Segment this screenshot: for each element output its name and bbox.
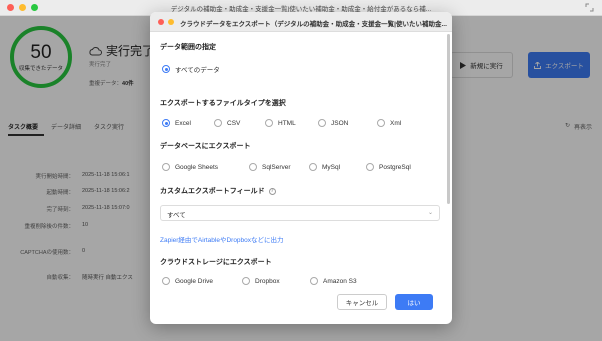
help-icon[interactable]: ? xyxy=(268,187,276,195)
filetype-option-csv[interactable]: CSV xyxy=(214,119,240,127)
cloud-option-amazon-s3[interactable]: Amazon S3 xyxy=(310,277,357,285)
radio-unchecked[interactable] xyxy=(265,119,273,127)
export-dialog: クラウドデータをエクスポート（デジタルの補助金・助成金・支援金一覧|使いたい補助… xyxy=(150,12,452,324)
radio-unchecked[interactable] xyxy=(162,277,170,285)
fields-section-label: カスタムエクスポートフィールド xyxy=(160,188,265,195)
filetype-option-html[interactable]: HTML xyxy=(265,119,296,127)
filetype-section-title: エクスポートするファイルタイプを選択 xyxy=(160,100,286,107)
cloud-option-google-drive[interactable]: Google Drive xyxy=(162,277,213,285)
cloud-label: Google Drive xyxy=(175,277,213,285)
db-label: PostgreSql xyxy=(379,163,411,171)
fields-select-value: すべて xyxy=(167,212,186,219)
db-option-postgresql[interactable]: PostgreSql xyxy=(366,163,411,171)
range-option-label: すべてのデータ xyxy=(175,67,220,74)
fields-select[interactable]: すべて ⌄ xyxy=(160,205,440,221)
filetype-option-excel[interactable]: Excel xyxy=(162,119,191,127)
radio-unchecked[interactable] xyxy=(242,277,250,285)
chevron-down-icon: ⌄ xyxy=(427,210,433,216)
cloud-label: Dropbox xyxy=(255,277,280,285)
radio-unchecked[interactable] xyxy=(310,277,318,285)
dialog-minimize-button[interactable] xyxy=(168,19,174,25)
dialog-controls xyxy=(158,19,174,25)
ok-button[interactable]: はい xyxy=(395,294,433,310)
filetype-label: JSON xyxy=(331,119,349,127)
db-option-mysql[interactable]: MySql xyxy=(309,163,340,171)
expand-icon[interactable] xyxy=(585,3,594,12)
database-section-title: データベースにエクスポート xyxy=(160,143,251,150)
radio-unchecked[interactable] xyxy=(318,119,326,127)
dialog-scrollbar[interactable] xyxy=(447,34,450,204)
filetype-option-xml[interactable]: Xml xyxy=(377,119,401,127)
range-option-all[interactable]: すべてのデータ xyxy=(162,64,220,74)
radio-unchecked[interactable] xyxy=(214,119,222,127)
range-section-title: データ範囲の指定 xyxy=(160,44,216,51)
radio-unchecked[interactable] xyxy=(309,163,317,171)
radio-checked[interactable] xyxy=(162,119,170,127)
radio-unchecked[interactable] xyxy=(377,119,385,127)
db-option-sqlserver[interactable]: SqlServer xyxy=(249,163,291,171)
db-label: Google Sheets xyxy=(175,163,219,171)
db-option-google-sheets[interactable]: Google Sheets xyxy=(162,163,218,171)
dialog-close-button[interactable] xyxy=(158,19,164,25)
zapier-export-link[interactable]: Zapier経由でAirtableやDropboxなどに出力 xyxy=(160,234,284,244)
fields-section-title: カスタムエクスポートフィールド? xyxy=(160,186,276,196)
radio-unchecked[interactable] xyxy=(366,163,374,171)
db-label: MySql xyxy=(322,163,341,171)
filetype-option-json[interactable]: JSON xyxy=(318,119,348,127)
cancel-button[interactable]: キャンセル xyxy=(337,294,387,310)
dialog-title: クラウドデータをエクスポート（デジタルの補助金・助成金・支援金一覧|使いたい補助… xyxy=(180,21,447,28)
db-label: SqlServer xyxy=(262,163,291,171)
cloud-option-dropbox[interactable]: Dropbox xyxy=(242,277,280,285)
dialog-titlebar: クラウドデータをエクスポート（デジタルの補助金・助成金・支援金一覧|使いたい補助… xyxy=(150,12,452,32)
filetype-label: CSV xyxy=(227,119,241,127)
filetype-label: HTML xyxy=(278,119,296,127)
cloud-label: Amazon S3 xyxy=(323,277,357,285)
cloud-section-title: クラウドストレージにエクスポート xyxy=(160,259,272,266)
filetype-label: Excel xyxy=(175,119,191,127)
filetype-label: Xml xyxy=(390,119,402,127)
radio-unchecked[interactable] xyxy=(249,163,257,171)
radio-checked[interactable] xyxy=(162,65,170,73)
radio-unchecked[interactable] xyxy=(162,163,170,171)
